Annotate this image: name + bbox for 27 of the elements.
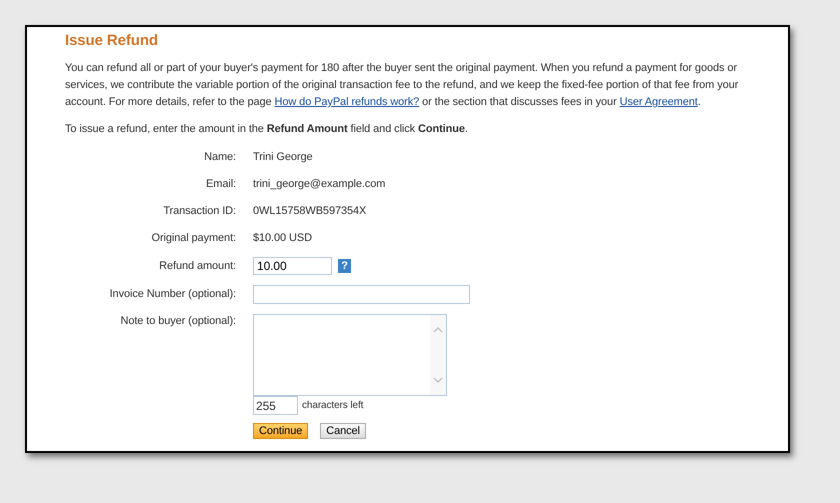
field-value: $10.00 USD [253,231,312,246]
scroll-up-icon[interactable] [433,327,443,333]
cancel-button[interactable]: Cancel [320,423,366,439]
scrollbar[interactable] [430,315,446,395]
help-icon[interactable]: ? [338,259,351,273]
field-label: Original payment: [150,231,236,246]
field-label: Name: [203,150,236,165]
field-label: Transaction ID: [162,204,236,219]
field-label: Email: [205,177,236,192]
help-link[interactable]: User Agreement [620,96,698,108]
continue-button[interactable]: Continue [253,423,308,439]
field-value: 0WL15758WB597354X [253,204,366,219]
character-counter-field[interactable]: 255 [253,396,298,415]
intro-paragraph: You can refund all or part of your buyer's payment for 180 after the buyer sent the original payment. When you refund a payment for goods or services, we contribute the variable portion of the original transaction fee to the refund, and we keep the fixed-fee portion of that fee from your account. For more details, refer to the page How do PayPal refunds work? or the section that discusses fees in your User Agreement. [65,61,740,110]
field-value: Trini George [253,150,313,165]
note-field[interactable] [253,314,447,396]
counter-label: characters left [302,399,364,413]
field-label: Invoice Number (optional): [108,287,236,302]
scroll-down-icon[interactable] [433,377,443,383]
field-label: Note to buyer (optional): [119,314,236,329]
page-title: Issue Refund [65,31,159,51]
refund-amount-field[interactable]: 10.00 [253,257,332,275]
invoice-number-field[interactable] [253,285,470,304]
field-label: Refund amount: [158,259,236,274]
field-value: trini_george@example.com [253,177,386,192]
help-link[interactable]: How do PayPal refunds work? [274,96,420,108]
instruction-text: To issue a refund, enter the amount in the Refund Amount field and click Continue. [65,122,469,137]
